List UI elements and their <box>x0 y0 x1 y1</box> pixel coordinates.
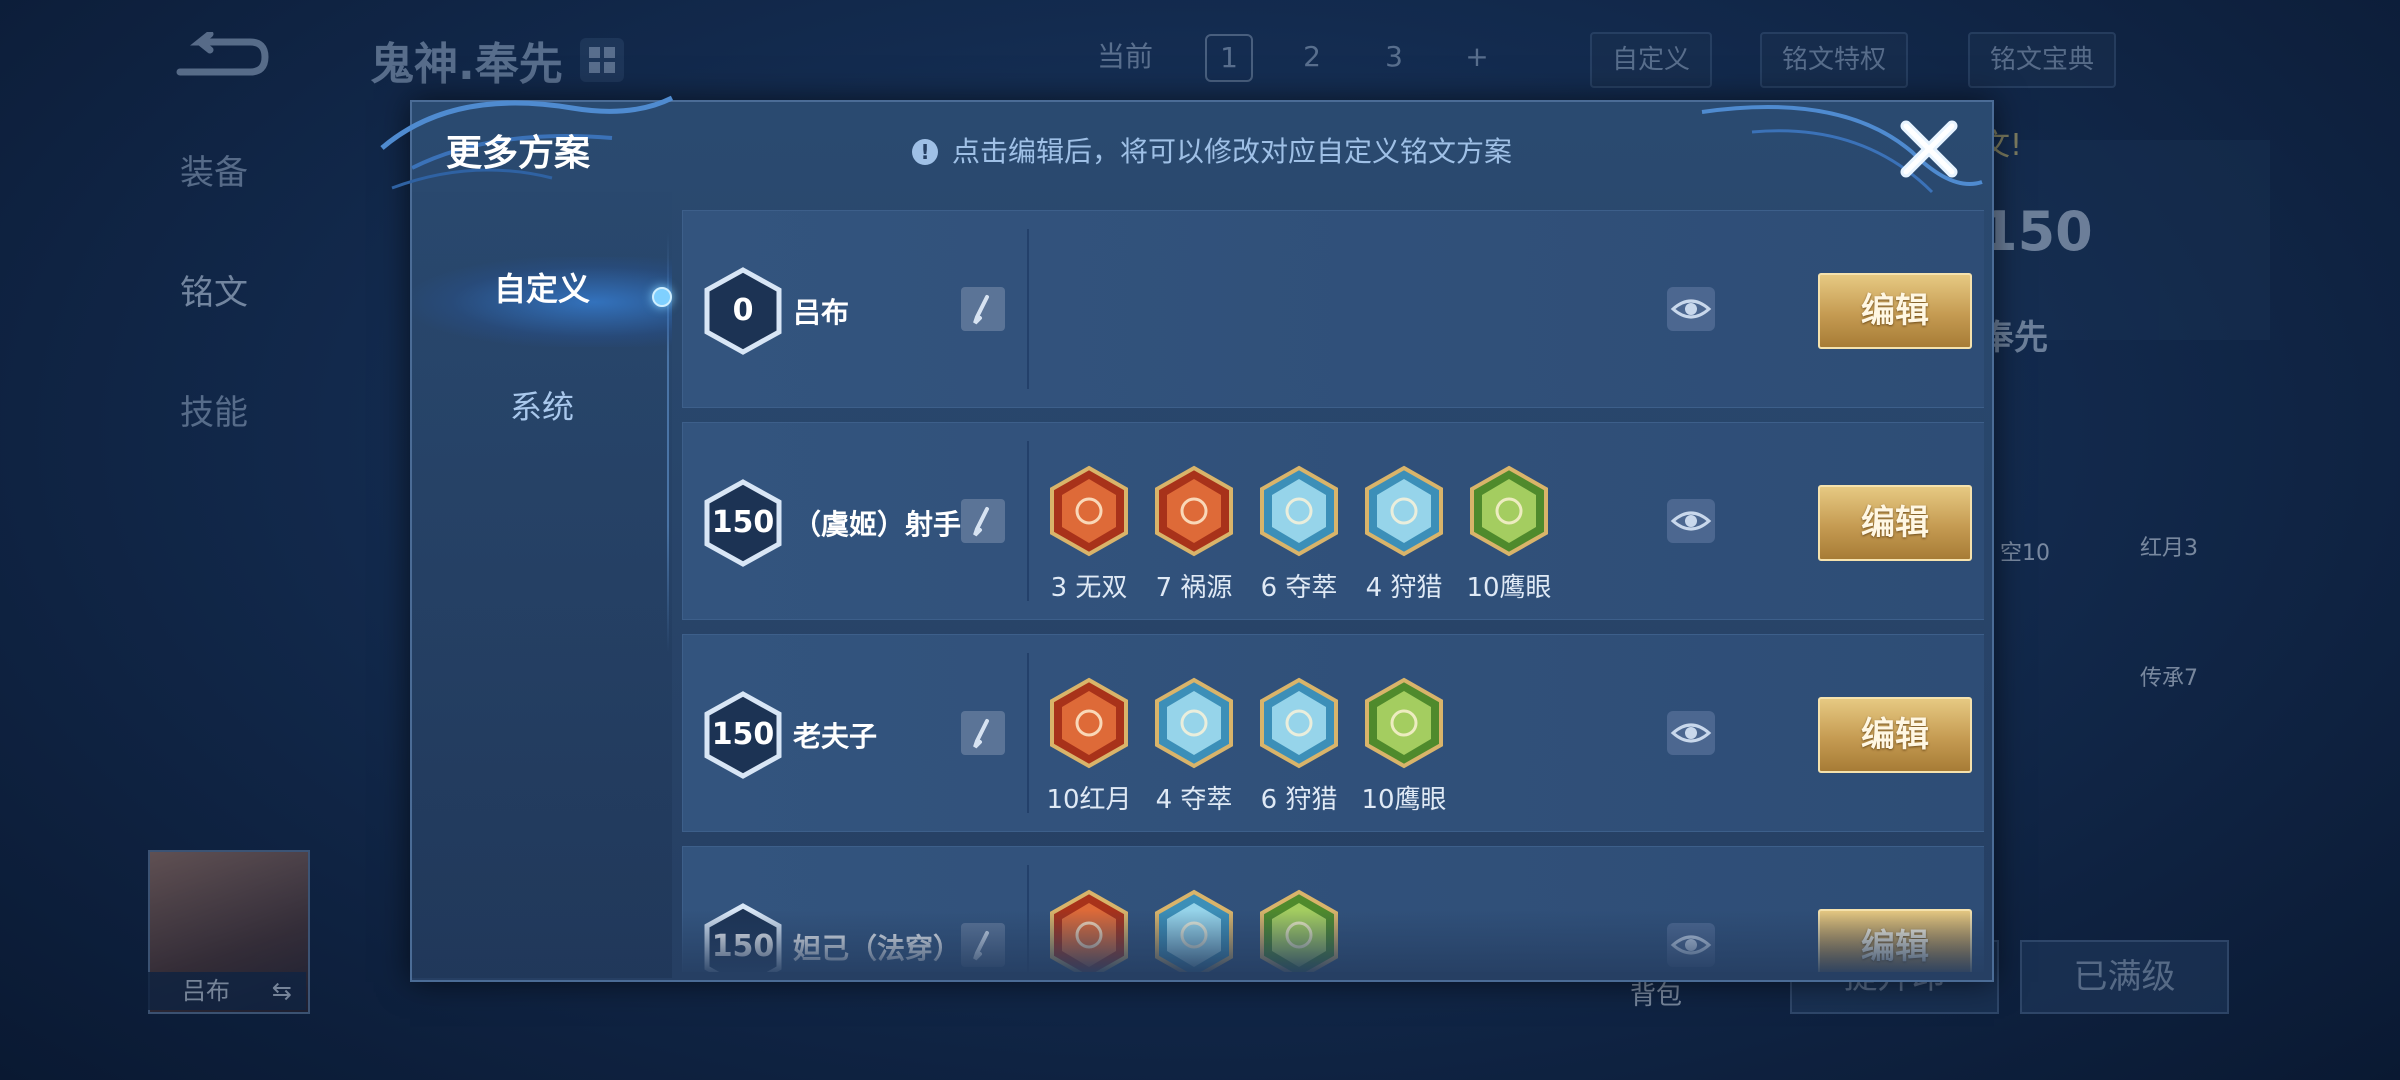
rune-green-icon <box>1365 677 1443 769</box>
scheme-name: （虞姬）射手 <box>793 508 962 541</box>
list-fade-overlay <box>682 910 1984 972</box>
avatar-name-label: 吕布 <box>182 977 230 1005</box>
rune-red-icon <box>1050 465 1128 557</box>
back-arrow-icon[interactable] <box>170 32 270 82</box>
exclamation-icon: ! <box>912 139 938 165</box>
rename-button[interactable] <box>961 499 1005 543</box>
rune-privilege-label: 铭文特权 <box>1782 45 1887 75</box>
level-badge: 150 <box>703 479 783 567</box>
rune-label: 3 无双 <box>1050 573 1128 603</box>
level-value: 150 <box>711 717 775 752</box>
rename-button[interactable] <box>961 711 1005 755</box>
right-rune-2: 红月3 <box>2140 536 2198 561</box>
eye-icon <box>1670 299 1712 319</box>
level-value: 150 <box>711 505 775 540</box>
preview-button[interactable] <box>1667 499 1715 543</box>
hero-title: 鬼神.奉先 <box>370 39 563 90</box>
rune-blue-icon <box>1155 677 1233 769</box>
rune-label: 10鹰眼 <box>1361 785 1447 815</box>
hint-text: ! 点击编辑后，将可以修改对应自定义铭文方案 <box>912 130 1512 170</box>
pencil-icon <box>973 295 989 325</box>
rune-label: 10鹰眼 <box>1466 573 1552 603</box>
right-rune-1: 空10 <box>2000 541 2050 566</box>
rune-privilege-button[interactable]: 铭文特权 <box>1760 32 1909 88</box>
close-icon[interactable] <box>1894 114 1964 184</box>
maxed-button: 已满级 <box>2020 940 2229 1014</box>
level-badge: 150 <box>703 691 783 779</box>
rune-label: 6 狩猎 <box>1260 785 1338 815</box>
level-value: 0 <box>732 293 754 328</box>
scheme-name: 老夫子 <box>793 720 878 753</box>
rune-label: 7 祸源 <box>1155 573 1233 603</box>
row-divider <box>1027 653 1029 813</box>
tab-system[interactable]: 系统 <box>412 382 672 428</box>
rune-codex-label: 铭文宝典 <box>1990 45 2095 75</box>
current-label: 当前 <box>1096 40 1153 73</box>
edit-button[interactable]: 编辑 <box>1818 485 1972 561</box>
grid-icon[interactable] <box>580 38 624 82</box>
edit-button[interactable]: 编辑 <box>1818 273 1972 349</box>
page-button-3[interactable]: 3 <box>1372 32 1416 82</box>
scheme-row: 150 （虞姬）射手 3 无双 7 祸源 6 夺萃 4 狩猎 10鹰眼 编辑 <box>682 422 1984 620</box>
rune-blue-icon <box>1260 677 1338 769</box>
eye-icon <box>1670 511 1712 531</box>
tab-custom[interactable]: 自定义 <box>412 257 672 347</box>
rune-label: 4 狩猎 <box>1365 573 1443 603</box>
hint-label: 点击编辑后，将可以修改对应自定义铭文方案 <box>952 135 1513 168</box>
eye-icon <box>1670 723 1712 743</box>
row-divider <box>1027 229 1029 389</box>
side-tab-equipment[interactable]: 装备 <box>180 145 248 194</box>
scheme-name: 吕布 <box>793 296 850 329</box>
preview-button[interactable] <box>1667 287 1715 331</box>
rune-blue-icon <box>1260 465 1338 557</box>
pencil-icon <box>973 507 989 537</box>
rune-label: 4 夺萃 <box>1155 785 1233 815</box>
scheme-row: 0 吕布 编辑 <box>682 210 1984 408</box>
swap-icon[interactable]: ⇆ <box>272 972 292 1010</box>
rune-green-icon <box>1470 465 1548 557</box>
side-tab-skills[interactable]: 技能 <box>180 385 248 434</box>
row-divider <box>1027 441 1029 601</box>
dialog-title: 更多方案 <box>446 133 591 174</box>
rename-button[interactable] <box>961 287 1005 331</box>
level-badge: 0 <box>703 267 783 355</box>
side-tab-runes[interactable]: 铭文 <box>180 265 248 314</box>
scheme-row: 150 老夫子 10红月 4 夺萃 6 狩猎 10鹰眼 编辑 <box>682 634 1984 832</box>
rune-red-icon <box>1050 677 1128 769</box>
rune-label: 6 夺萃 <box>1260 573 1338 603</box>
page-button-2[interactable]: 2 <box>1290 32 1334 82</box>
add-page-button[interactable]: + <box>1455 32 1499 82</box>
edit-button[interactable]: 编辑 <box>1818 697 1972 773</box>
more-schemes-dialog: 更多方案 ! 点击编辑后，将可以修改对应自定义铭文方案 自定义 系统 0 吕布 编辑… <box>380 95 1994 982</box>
rune-red-icon <box>1155 465 1233 557</box>
rune-codex-button[interactable]: 铭文宝典 <box>1968 32 2117 88</box>
hero-card-level: 150 <box>1980 200 2093 263</box>
pencil-icon <box>973 719 989 749</box>
rune-label: 10红月 <box>1046 785 1132 815</box>
page-button-1[interactable]: 1 <box>1205 34 1253 82</box>
right-rune-3: 传承7 <box>2140 666 2198 691</box>
preview-button[interactable] <box>1667 711 1715 755</box>
rune-blue-icon <box>1365 465 1443 557</box>
custom-button[interactable]: 自定义 <box>1590 32 1713 88</box>
avatar-name: 吕布 ⇆ <box>148 972 306 1010</box>
scheme-list[interactable]: 0 吕布 编辑 150 （虞姬）射手 3 无双 7 祸源 6 夺萃 4 狩猎 1… <box>682 210 1984 972</box>
active-tab-indicator <box>652 287 672 307</box>
